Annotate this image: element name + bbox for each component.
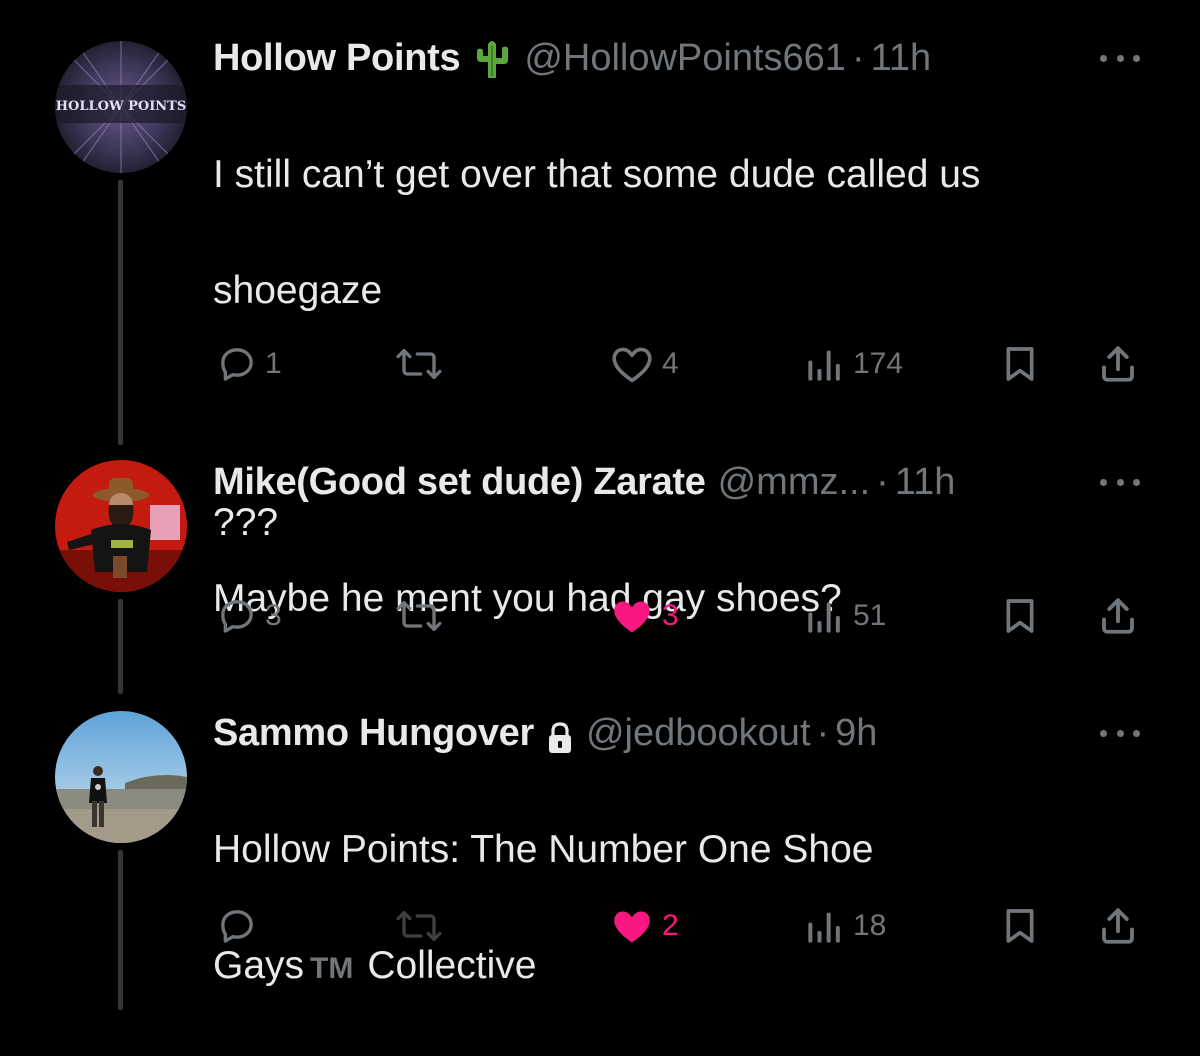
tweet-header: Sammo Hungover @jedbookout · 9h [213,703,877,763]
heart-icon [612,347,652,383]
thread-line [118,180,123,445]
like-count: 2 [662,909,679,942]
separator: · [851,37,865,79]
bookmark-icon [1006,909,1034,943]
share-icon [1102,908,1134,944]
handle[interactable]: @jedbookout [586,703,811,763]
more-options-icon[interactable] [1100,46,1140,70]
tweet-actions: 2 18 [0,901,1200,951]
lock-icon [546,715,574,753]
reply-button[interactable]: 3 [217,591,282,641]
like-button[interactable]: 4 [610,339,679,389]
analytics-icon [808,350,840,381]
repost-button[interactable] [395,339,451,389]
bookmark-icon [1006,347,1034,381]
share-icon [1102,598,1134,634]
bookmark-button[interactable] [1000,901,1040,951]
views-button[interactable]: 51 [805,591,886,641]
view-count: 18 [853,909,887,942]
repost-button[interactable] [395,901,451,951]
more-options-icon[interactable] [1100,721,1140,745]
share-icon [1102,346,1134,382]
separator: · [876,461,889,503]
share-button[interactable] [1097,591,1139,641]
reply-icon [221,348,253,381]
bookmark-button[interactable] [1000,591,1040,641]
repost-icon [396,601,442,631]
display-name[interactable]: Mike(Good set dude) Zarate [213,452,706,512]
avatar[interactable] [55,460,187,592]
reply-thread: HOLLOW POINTS Hollow Points @HollowPoint… [0,0,1200,1010]
reply-count: 3 [265,599,282,632]
like-count: 4 [662,347,679,380]
timestamp[interactable]: 11h [895,452,956,512]
reply-icon [221,600,253,633]
heart-filled-icon [614,601,650,633]
display-name[interactable]: Sammo Hungover [213,703,534,763]
share-button[interactable] [1097,339,1139,389]
avatar-logo-text: HOLLOW POINTS [56,99,186,114]
repost-icon [396,911,442,941]
reply-button[interactable] [217,901,265,951]
reply-count: 1 [265,347,282,380]
view-count: 174 [853,347,904,380]
cactus-icon [472,36,512,80]
tweet-header: Mike(Good set dude) Zarate @mmz... · 11h [213,452,955,512]
bookmark-button[interactable] [1000,339,1040,389]
views-button[interactable]: 18 [805,901,886,951]
handle[interactable]: @mmz... [718,452,871,512]
like-button[interactable]: 2 [610,901,679,951]
share-button[interactable] [1097,901,1139,951]
reply-button[interactable]: 1 [217,339,282,389]
view-count: 51 [853,599,887,632]
trademark-mark: TM [310,952,354,985]
separator: · [816,712,830,754]
repost-icon [396,349,442,379]
analytics-icon [808,912,840,943]
handle[interactable]: @HollowPoints661 [524,28,846,88]
more-options-icon[interactable] [1100,470,1140,494]
tweet-actions: 1 4 174 [0,339,1200,389]
timestamp[interactable]: 9h [835,703,877,763]
display-name[interactable]: Hollow Points [213,28,461,88]
like-button[interactable]: 3 [610,591,679,641]
tweet-actions: 3 3 51 [0,591,1200,641]
tweet-text-line: shoegaze [213,269,383,312]
heart-filled-icon [614,911,650,943]
avatar[interactable]: HOLLOW POINTS [55,41,187,173]
timestamp[interactable]: 11h [871,28,932,88]
views-button[interactable]: 174 [805,339,903,389]
avatar[interactable] [55,711,187,843]
analytics-icon [808,602,840,633]
tweet-text-line: I still can’t get over that some dude ca… [213,153,981,196]
repost-button[interactable] [395,591,451,641]
tweet-header: Hollow Points @HollowPoints661 · 11h [213,28,931,88]
tweet-text-line: Hollow Points: The Number One Shoe [213,828,874,871]
like-count: 3 [662,599,679,632]
reply-icon [221,910,253,943]
bookmark-icon [1006,599,1034,633]
